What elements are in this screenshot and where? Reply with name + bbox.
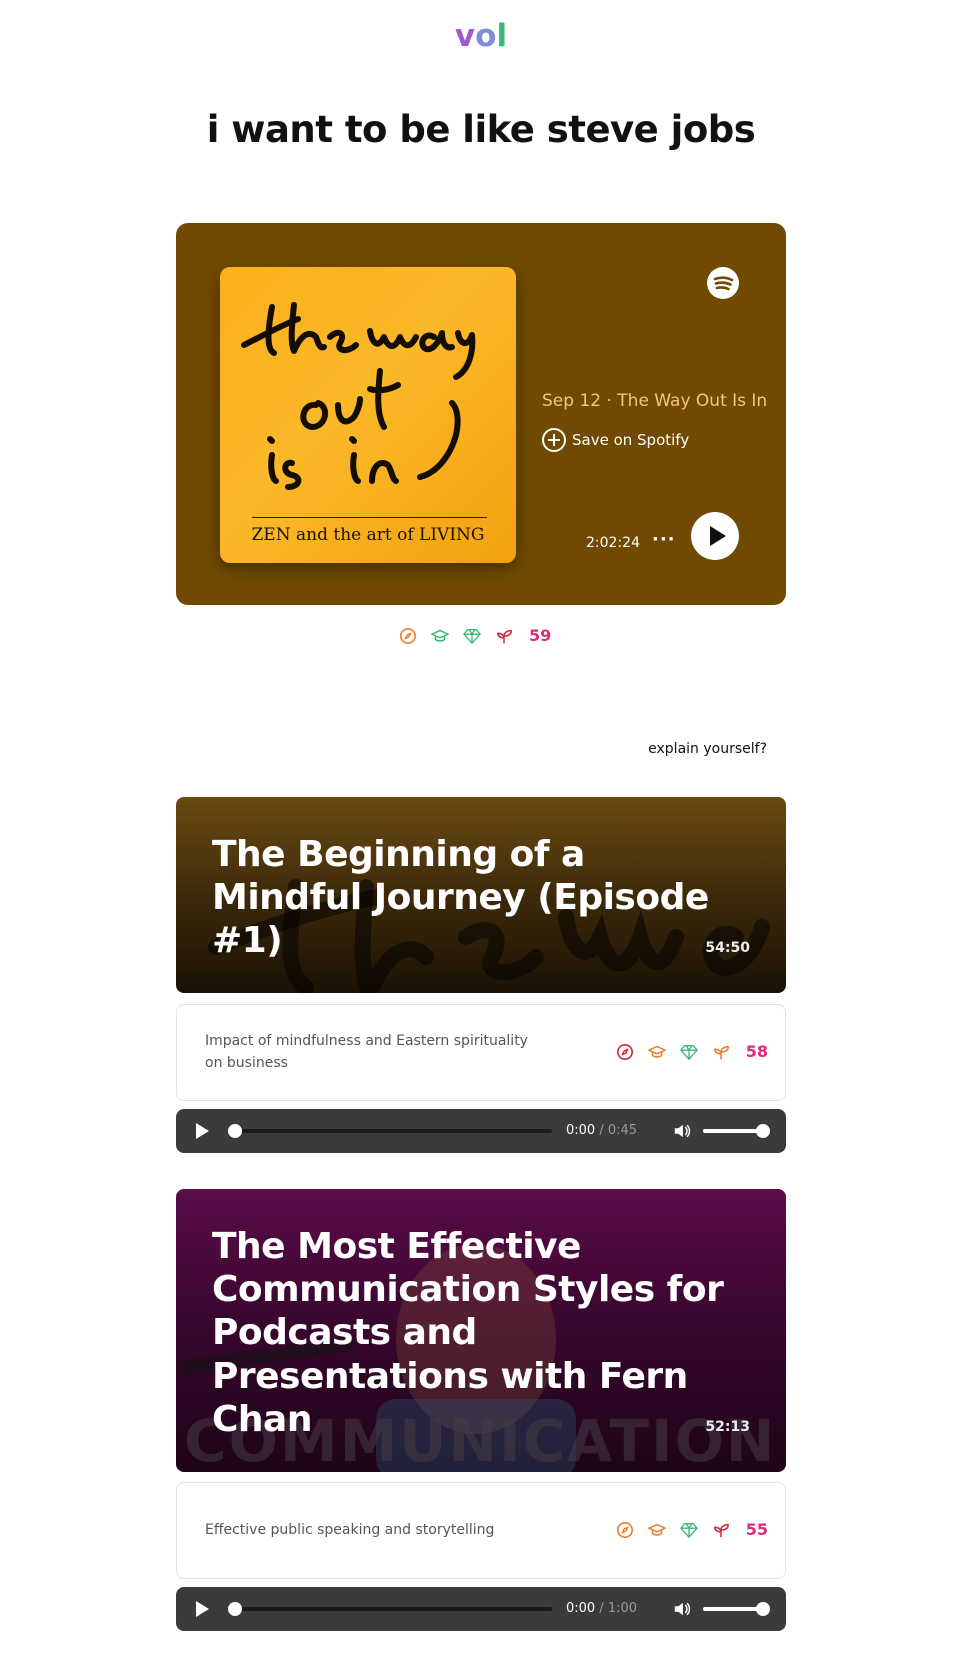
episode-info-card: Impact of mindfulness and Eastern spirit…	[176, 1004, 786, 1101]
audio-current-time: 0:00	[566, 1123, 596, 1138]
app-logo[interactable]: vol	[0, 18, 962, 54]
explain-yourself-link[interactable]: explain yourself?	[648, 741, 767, 757]
audio-total-time: 0:45	[607, 1123, 638, 1138]
score-value: 55	[745, 1520, 768, 1539]
save-label: Save on Spotify	[572, 431, 690, 449]
sprout-icon	[496, 629, 512, 643]
episode-title: The Most Effective Communication Styles …	[212, 1226, 724, 1440]
podcast-cover-art[interactable]: ZEN and the art of LIVING	[220, 267, 516, 563]
episode-description: Effective public speaking and storytelli…	[205, 1522, 495, 1538]
cover-subtitle: ZEN and the art of LIVING	[251, 525, 485, 545]
sprout-icon	[713, 1045, 729, 1059]
graduation-cap-icon	[647, 1523, 666, 1536]
episode-title: The Beginning of a Mindful Journey (Epis…	[212, 834, 709, 962]
compass-icon	[616, 1043, 633, 1060]
graduation-cap-icon	[647, 1045, 666, 1058]
audio-time-separator: /	[599, 1601, 604, 1616]
spotify-logo-icon[interactable]	[707, 267, 739, 299]
logo-letter: l	[496, 18, 508, 54]
episode-date-show[interactable]: Sep 12 · The Way Out Is In	[542, 391, 767, 411]
cover-divider	[252, 517, 487, 518]
logo-letter: o	[475, 18, 497, 54]
rating-row: 59	[399, 626, 551, 645]
volume-icon[interactable]	[673, 1122, 691, 1140]
audio-total-time: 1:00	[607, 1601, 638, 1616]
audio-player: 0:00 / 1:00	[176, 1587, 786, 1631]
compass-icon	[399, 627, 417, 644]
save-on-spotify-button[interactable]: Save on Spotify	[542, 428, 689, 452]
rating-row: 55	[616, 1520, 768, 1539]
gem-icon	[679, 1044, 698, 1060]
episode-duration: 54:50	[705, 940, 750, 956]
audio-play-button[interactable]	[196, 1601, 209, 1617]
gem-icon	[463, 628, 481, 644]
audio-player: 0:00 / 0:45	[176, 1109, 786, 1153]
play-button[interactable]	[691, 512, 739, 560]
volume-slider[interactable]	[703, 1607, 763, 1611]
volume-handle[interactable]	[756, 1602, 770, 1616]
volume-icon[interactable]	[673, 1600, 691, 1618]
audio-play-button[interactable]	[196, 1123, 209, 1139]
episode-hero[interactable]: COMMUNICATION The Most Effective Communi…	[176, 1189, 786, 1472]
episode-info-card: Effective public speaking and storytelli…	[176, 1482, 786, 1579]
page-title: i want to be like steve jobs	[206, 108, 756, 151]
logo-letter: v	[454, 18, 476, 54]
compass-icon	[616, 1521, 633, 1538]
score-value: 59	[529, 626, 552, 645]
plus-circle-icon	[542, 428, 566, 452]
episode-duration: 52:13	[705, 1419, 750, 1435]
audio-progress-handle[interactable]	[228, 1124, 242, 1138]
audio-progress-handle[interactable]	[228, 1602, 242, 1616]
volume-slider[interactable]	[703, 1129, 763, 1133]
episode-duration: 2:02:24	[586, 535, 640, 551]
audio-progress-bar[interactable]	[234, 1129, 552, 1133]
graduation-cap-icon	[431, 629, 449, 642]
gem-icon	[679, 1522, 698, 1538]
episode-hero[interactable]: The Beginning of a Mindful Journey (Epis…	[176, 797, 786, 993]
rating-row: 58	[616, 1042, 768, 1061]
audio-time-separator: /	[599, 1123, 604, 1138]
more-options-icon[interactable]: ···	[652, 529, 676, 550]
audio-progress-bar[interactable]	[234, 1607, 552, 1611]
audio-time: 0:00 / 1:00	[566, 1601, 637, 1616]
audio-current-time: 0:00	[566, 1601, 596, 1616]
episode-description: Impact of mindfulness and Eastern spirit…	[205, 1033, 528, 1071]
sprout-icon	[713, 1523, 729, 1537]
audio-time: 0:00 / 0:45	[566, 1123, 637, 1138]
cover-handwritten-title	[241, 302, 476, 490]
score-value: 58	[745, 1042, 768, 1061]
spotify-embed: ZEN and the art of LIVING Sep 12 · The W…	[176, 223, 786, 605]
volume-handle[interactable]	[756, 1124, 770, 1138]
